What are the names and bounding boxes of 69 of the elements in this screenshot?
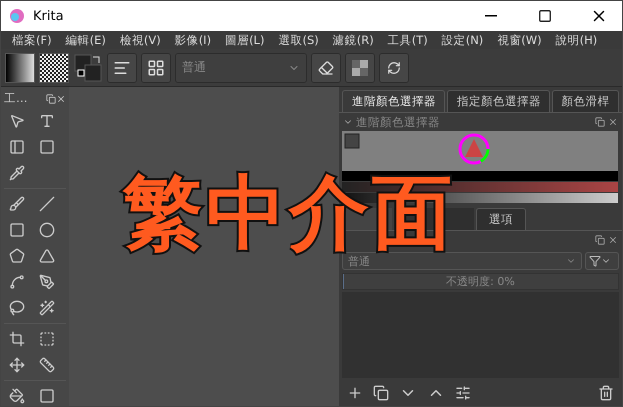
text-icon <box>39 113 55 129</box>
circle-icon <box>39 222 55 238</box>
checker-icon <box>352 60 368 76</box>
menu-item[interactable]: 選取(S) <box>271 31 326 49</box>
window-title: Krita <box>33 8 65 24</box>
fill-bucket-icon <box>9 388 25 404</box>
brush-presets-button[interactable] <box>141 52 171 82</box>
brush-settings-button[interactable] <box>107 52 137 82</box>
pattern-swatch[interactable] <box>39 52 69 82</box>
trash-icon <box>598 385 614 401</box>
menu-item[interactable]: 濾鏡(R) <box>326 31 381 49</box>
alpha-lock-button[interactable] <box>345 52 375 82</box>
lasso-icon <box>9 300 25 316</box>
close-icon[interactable] <box>608 235 618 245</box>
eraser-button[interactable] <box>311 52 341 82</box>
duplicate-button[interactable] <box>373 385 389 401</box>
ruler-icon <box>39 357 55 373</box>
minimize-icon <box>485 15 497 17</box>
plus-icon <box>347 385 363 401</box>
menu-item[interactable]: 說明(H) <box>548 31 604 49</box>
float-icon[interactable] <box>595 235 605 245</box>
reload-button[interactable] <box>379 52 409 82</box>
gradient-swatch[interactable] <box>5 52 35 82</box>
menu-item[interactable]: 編輯(E) <box>58 31 113 49</box>
menu-item[interactable]: 視窗(W) <box>490 31 549 49</box>
pipette-icon <box>9 165 25 181</box>
menu-item[interactable]: 設定(N) <box>434 31 490 49</box>
opacity-label: 不透明度: 0% <box>446 274 515 289</box>
float-icon[interactable] <box>46 94 56 104</box>
eraser-icon <box>318 60 334 76</box>
docker-title: 進階顏色選擇器 <box>356 114 440 130</box>
menu-item[interactable]: 檢視(V) <box>112 31 168 49</box>
grid-icon <box>147 58 165 76</box>
menu-item[interactable]: 檔案(F) <box>5 31 59 49</box>
refresh-icon <box>387 60 401 74</box>
curve-icon <box>9 274 25 290</box>
add-layer-button[interactable] <box>347 385 363 401</box>
triangle-icon <box>39 248 55 264</box>
docker-tab[interactable]: 進階顏色選擇器 <box>342 90 445 112</box>
crop-icon <box>9 331 25 347</box>
color-swatches-icon[interactable] <box>73 52 103 82</box>
toolbox-title: 工… <box>4 91 28 106</box>
sliders-icon <box>455 385 471 401</box>
pen-icon <box>39 274 55 290</box>
delete-button[interactable] <box>598 385 614 401</box>
float-icon[interactable] <box>595 117 605 127</box>
pointer-icon <box>9 113 25 129</box>
rectangle-icon <box>9 222 25 238</box>
caption-overlay: 繁中介面 <box>123 173 455 253</box>
close-icon[interactable] <box>608 117 618 127</box>
menu-item[interactable]: 影像(I) <box>168 31 218 49</box>
dashed-square-icon <box>39 331 55 347</box>
close-icon[interactable] <box>56 94 66 104</box>
move-icon <box>9 357 25 373</box>
filter-icon <box>589 255 601 267</box>
copy-icon <box>373 385 389 401</box>
docker-tab[interactable]: 指定顏色選擇器 <box>446 90 550 112</box>
filter-button[interactable] <box>585 252 619 270</box>
wand-icon <box>39 300 55 316</box>
line-icon <box>39 196 55 212</box>
app-logo-icon <box>9 8 25 24</box>
polygon-icon <box>9 248 25 264</box>
menu-item[interactable]: 工具(T) <box>380 31 435 49</box>
properties-button[interactable] <box>455 385 471 401</box>
menu-item[interactable]: 圖層(L) <box>218 31 272 49</box>
brush-icon <box>9 196 25 212</box>
docker-tab[interactable]: 選項 <box>476 208 526 230</box>
maximize-icon <box>538 9 552 23</box>
docker-tab[interactable]: 顏色滑桿 <box>552 90 619 112</box>
